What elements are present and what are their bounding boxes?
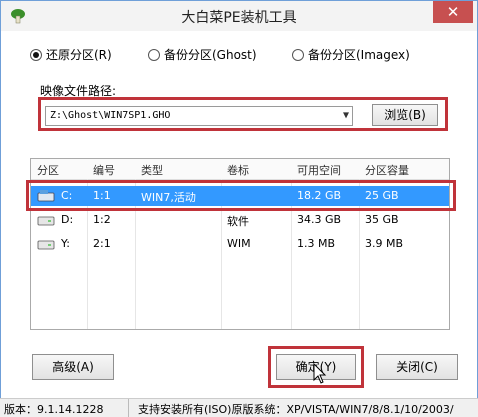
drive-icon [37,216,55,226]
col-label[interactable]: 卷标 [227,162,249,178]
row-drive: Y: [61,237,70,250]
advanced-button[interactable]: 高级(A) [32,354,114,380]
radio-backup-ghost-label: 备份分区(Ghost) [164,48,257,62]
row-number: 2:1 [93,237,111,250]
browse-button[interactable]: 浏览(B) [372,104,438,126]
mouse-pointer-icon [313,363,327,384]
window-close-button[interactable]: ✕ [433,1,473,23]
row-highlight-box [26,180,456,211]
radio-backup-imagex-indicator[interactable] [292,48,304,61]
radio-restore-label: 还原分区(R) [46,48,112,62]
status-divider [128,399,129,417]
radio-backup-imagex-label: 备份分区(Imagex) [308,48,410,62]
table-header: 分区 编号 类型 卷标 可用空间 分区容量 [31,159,449,180]
col-size[interactable]: 分区容量 [365,162,409,178]
radio-backup-imagex[interactable]: 备份分区(Imagex) [292,46,410,63]
image-path-value: Z:\Ghost\WIN7SP1.GHO [50,110,171,121]
row-number: 1:2 [93,213,111,226]
row-label: 软件 [227,215,249,228]
radio-restore-indicator[interactable] [30,48,42,61]
support-text: 支持安装所有(ISO)原版系统：XP/VISTA/WIN7/8/8.1/10/2… [138,403,454,416]
radio-restore[interactable]: 还原分区(R) [30,46,112,63]
radio-backup-ghost-indicator[interactable] [148,48,160,61]
title-bar[interactable]: 大白菜PE装机工具 ✕ [1,1,477,31]
status-bar: 版本：9.1.14.1228 支持安装所有(ISO)原版系统：XP/VISTA/… [0,398,478,417]
chevron-down-icon[interactable]: ▼ [343,107,349,125]
window-title: 大白菜PE装机工具 [181,10,297,26]
version-text: 版本：9.1.14.1228 [4,403,104,416]
row-free: 34.3 GB [297,213,342,226]
col-free[interactable]: 可用空间 [297,162,341,178]
row-size: 35 GB [365,213,399,226]
row-drive: D: [61,213,74,226]
radio-backup-ghost[interactable]: 备份分区(Ghost) [148,46,257,63]
close-button[interactable]: 关闭(C) [376,354,458,380]
row-free: 1.3 MB [297,237,336,250]
col-type[interactable]: 类型 [141,162,163,178]
row-label: WIM [227,237,251,250]
table-row[interactable]: D: 1:2 软件 34.3 GB 35 GB [31,210,449,230]
table-row[interactable]: Y: 2:1 WIM 1.3 MB 3.9 MB [31,234,449,254]
image-path-combobox[interactable]: Z:\Ghost\WIN7SP1.GHO ▼ [45,106,353,126]
drive-icon [37,240,55,250]
row-size: 3.9 MB [365,237,404,250]
mode-radio-group: 还原分区(R) 备份分区(Ghost) 备份分区(Imagex) [0,46,478,66]
col-partition[interactable]: 分区 [37,162,59,178]
col-number[interactable]: 编号 [93,162,115,178]
